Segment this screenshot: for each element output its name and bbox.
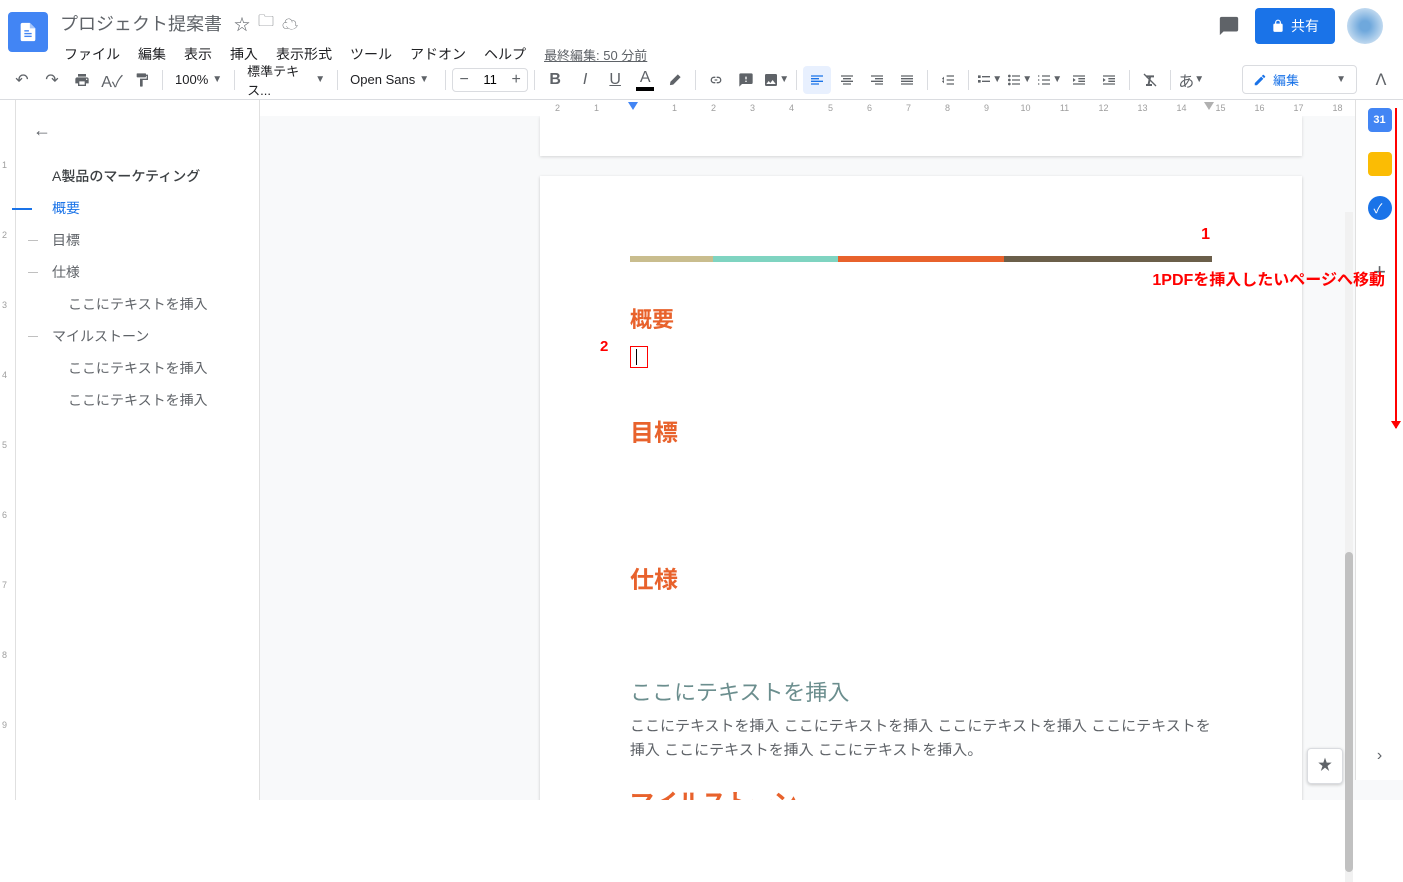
outline-item-milestone[interactable]: マイルストーン bbox=[16, 320, 259, 352]
heading-overview[interactable]: 概要 bbox=[630, 302, 1212, 334]
font-size-control: − 11 + bbox=[452, 68, 528, 92]
collapse-side-panel-icon[interactable]: › bbox=[1368, 744, 1392, 768]
keep-icon[interactable] bbox=[1368, 152, 1392, 176]
bold-button[interactable]: B bbox=[541, 66, 569, 94]
calendar-icon[interactable]: 31 bbox=[1368, 108, 1392, 132]
document-title[interactable]: プロジェクト提案書 bbox=[56, 8, 226, 38]
annotation-arrow-icon bbox=[1395, 108, 1397, 428]
document-canvas[interactable]: 2 1 1 2 3 4 5 6 7 8 9 10 11 12 13 14 15 … bbox=[260, 100, 1403, 800]
align-left-button[interactable] bbox=[803, 66, 831, 94]
annotation-number-1: 1 bbox=[1201, 226, 1210, 244]
caret-down-icon: ▼ bbox=[1022, 74, 1032, 85]
caret-down-icon: ▼ bbox=[992, 74, 1002, 85]
heading-milestone[interactable]: マイルストーン bbox=[630, 783, 1212, 800]
paint-format-button[interactable] bbox=[128, 66, 156, 94]
bullet-list-button[interactable]: ▼ bbox=[1005, 66, 1033, 94]
outline-item-overview[interactable]: 概要 bbox=[16, 192, 259, 224]
app-header: プロジェクト提案書 ☆ 🗀 ☁ ファイル 編集 表示 挿入 表示形式 ツール ア… bbox=[0, 0, 1403, 60]
outline-item-placeholder-3[interactable]: ここにテキストを挿入 bbox=[16, 384, 259, 416]
heading-goal[interactable]: 目標 bbox=[630, 413, 1212, 448]
body-paragraph[interactable]: ここにテキストを挿入 ここにテキストを挿入 ここにテキストを挿入 ここにテキスト… bbox=[630, 715, 1212, 763]
text-cursor-highlight[interactable] bbox=[630, 346, 648, 368]
outline-panel: ← A製品のマーケティング 概要 目標 仕様 ここにテキストを挿入 マイルストー… bbox=[16, 100, 260, 800]
font-size-decrease[interactable]: − bbox=[453, 69, 475, 91]
styles-dropdown[interactable]: 標準テキス...▼ bbox=[241, 66, 331, 94]
insert-image-button[interactable]: ▼ bbox=[762, 66, 790, 94]
align-right-button[interactable] bbox=[863, 66, 891, 94]
caret-down-icon: ▼ bbox=[1194, 74, 1204, 85]
zoom-dropdown[interactable]: 100%▼ bbox=[169, 66, 228, 94]
line-spacing-button[interactable] bbox=[934, 66, 962, 94]
comments-icon[interactable] bbox=[1215, 12, 1243, 40]
caret-down-icon: ▼ bbox=[779, 74, 789, 85]
share-label: 共有 bbox=[1291, 16, 1319, 36]
font-size-input[interactable]: 11 bbox=[475, 72, 505, 87]
caret-down-icon: ▼ bbox=[1052, 74, 1062, 85]
tasks-icon[interactable] bbox=[1368, 196, 1392, 220]
checklist-button[interactable]: ▼ bbox=[975, 66, 1003, 94]
menu-help[interactable]: ヘルプ bbox=[476, 40, 534, 68]
share-button[interactable]: 共有 bbox=[1255, 8, 1335, 44]
subheading-placeholder[interactable]: ここにテキストを挿入 bbox=[630, 675, 1212, 707]
caret-down-icon: ▼ bbox=[315, 74, 325, 85]
last-edit-link[interactable]: 最終編集: 50 分前 bbox=[544, 45, 647, 64]
horizontal-ruler: 2 1 1 2 3 4 5 6 7 8 9 10 11 12 13 14 15 … bbox=[260, 100, 1403, 116]
star-icon[interactable]: ☆ bbox=[234, 11, 250, 35]
annotation-number-2: 2 bbox=[600, 338, 608, 355]
highlight-button[interactable] bbox=[661, 66, 689, 94]
vertical-ruler: 1 2 3 4 5 6 7 8 9 bbox=[0, 100, 16, 800]
menu-tools[interactable]: ツール bbox=[342, 40, 400, 68]
decrease-indent-button[interactable] bbox=[1065, 66, 1093, 94]
docs-logo-icon[interactable] bbox=[8, 12, 48, 52]
menu-edit[interactable]: 編集 bbox=[130, 40, 174, 68]
move-icon[interactable]: 🗀 bbox=[258, 10, 274, 37]
italic-button[interactable]: I bbox=[571, 66, 599, 94]
outline-item-placeholder-1[interactable]: ここにテキストを挿入 bbox=[16, 288, 259, 320]
redo-button[interactable]: ↷ bbox=[38, 66, 66, 94]
scrollbar-thumb[interactable] bbox=[1345, 552, 1353, 872]
font-size-increase[interactable]: + bbox=[505, 69, 527, 91]
undo-button[interactable]: ↶ bbox=[8, 66, 36, 94]
collapse-toolbar-button[interactable]: ᐱ bbox=[1367, 66, 1395, 94]
numbered-list-button[interactable]: ▼ bbox=[1035, 66, 1063, 94]
caret-down-icon: ▼ bbox=[419, 74, 429, 85]
underline-button[interactable]: U bbox=[601, 66, 629, 94]
outline-close-button[interactable]: ← bbox=[28, 116, 56, 144]
outline-item-goal[interactable]: 目標 bbox=[16, 224, 259, 256]
outline-heading-0[interactable]: A製品のマーケティング bbox=[16, 160, 259, 192]
caret-down-icon: ▼ bbox=[1336, 74, 1346, 85]
pencil-icon bbox=[1253, 73, 1267, 87]
indent-marker-icon[interactable] bbox=[628, 102, 638, 110]
cloud-status-icon[interactable]: ☁ bbox=[282, 11, 298, 35]
spellcheck-button[interactable]: A✓ bbox=[98, 66, 126, 94]
heading-spec[interactable]: 仕様 bbox=[630, 560, 1212, 595]
decorative-color-bar bbox=[630, 256, 1212, 262]
annotation-text-1: 1PDFを挿入したいページへ移動 bbox=[1152, 266, 1385, 290]
font-dropdown[interactable]: Open Sans▼ bbox=[344, 66, 439, 94]
account-avatar[interactable] bbox=[1347, 8, 1383, 44]
title-area: プロジェクト提案書 ☆ 🗀 ☁ ファイル 編集 表示 挿入 表示形式 ツール ア… bbox=[56, 8, 1215, 68]
lock-icon bbox=[1271, 19, 1285, 33]
explore-button[interactable] bbox=[1307, 748, 1343, 784]
outline-item-spec[interactable]: 仕様 bbox=[16, 256, 259, 288]
input-tools-button[interactable]: あ▼ bbox=[1177, 66, 1205, 94]
caret-down-icon: ▼ bbox=[212, 74, 222, 85]
previous-page-edge bbox=[540, 116, 1302, 156]
print-button[interactable] bbox=[68, 66, 96, 94]
align-center-button[interactable] bbox=[833, 66, 861, 94]
outline-item-placeholder-2[interactable]: ここにテキストを挿入 bbox=[16, 352, 259, 384]
text-color-button[interactable]: A bbox=[631, 66, 659, 94]
clear-formatting-button[interactable] bbox=[1136, 66, 1164, 94]
increase-indent-button[interactable] bbox=[1095, 66, 1123, 94]
menu-file[interactable]: ファイル bbox=[56, 40, 128, 68]
editing-mode-dropdown[interactable]: 編集 ▼ bbox=[1242, 65, 1357, 94]
menu-view[interactable]: 表示 bbox=[176, 40, 220, 68]
scrollbar-track[interactable] bbox=[1345, 212, 1353, 882]
menu-addons[interactable]: アドオン bbox=[402, 40, 474, 68]
insert-comment-button[interactable] bbox=[732, 66, 760, 94]
align-justify-button[interactable] bbox=[893, 66, 921, 94]
insert-link-button[interactable] bbox=[702, 66, 730, 94]
